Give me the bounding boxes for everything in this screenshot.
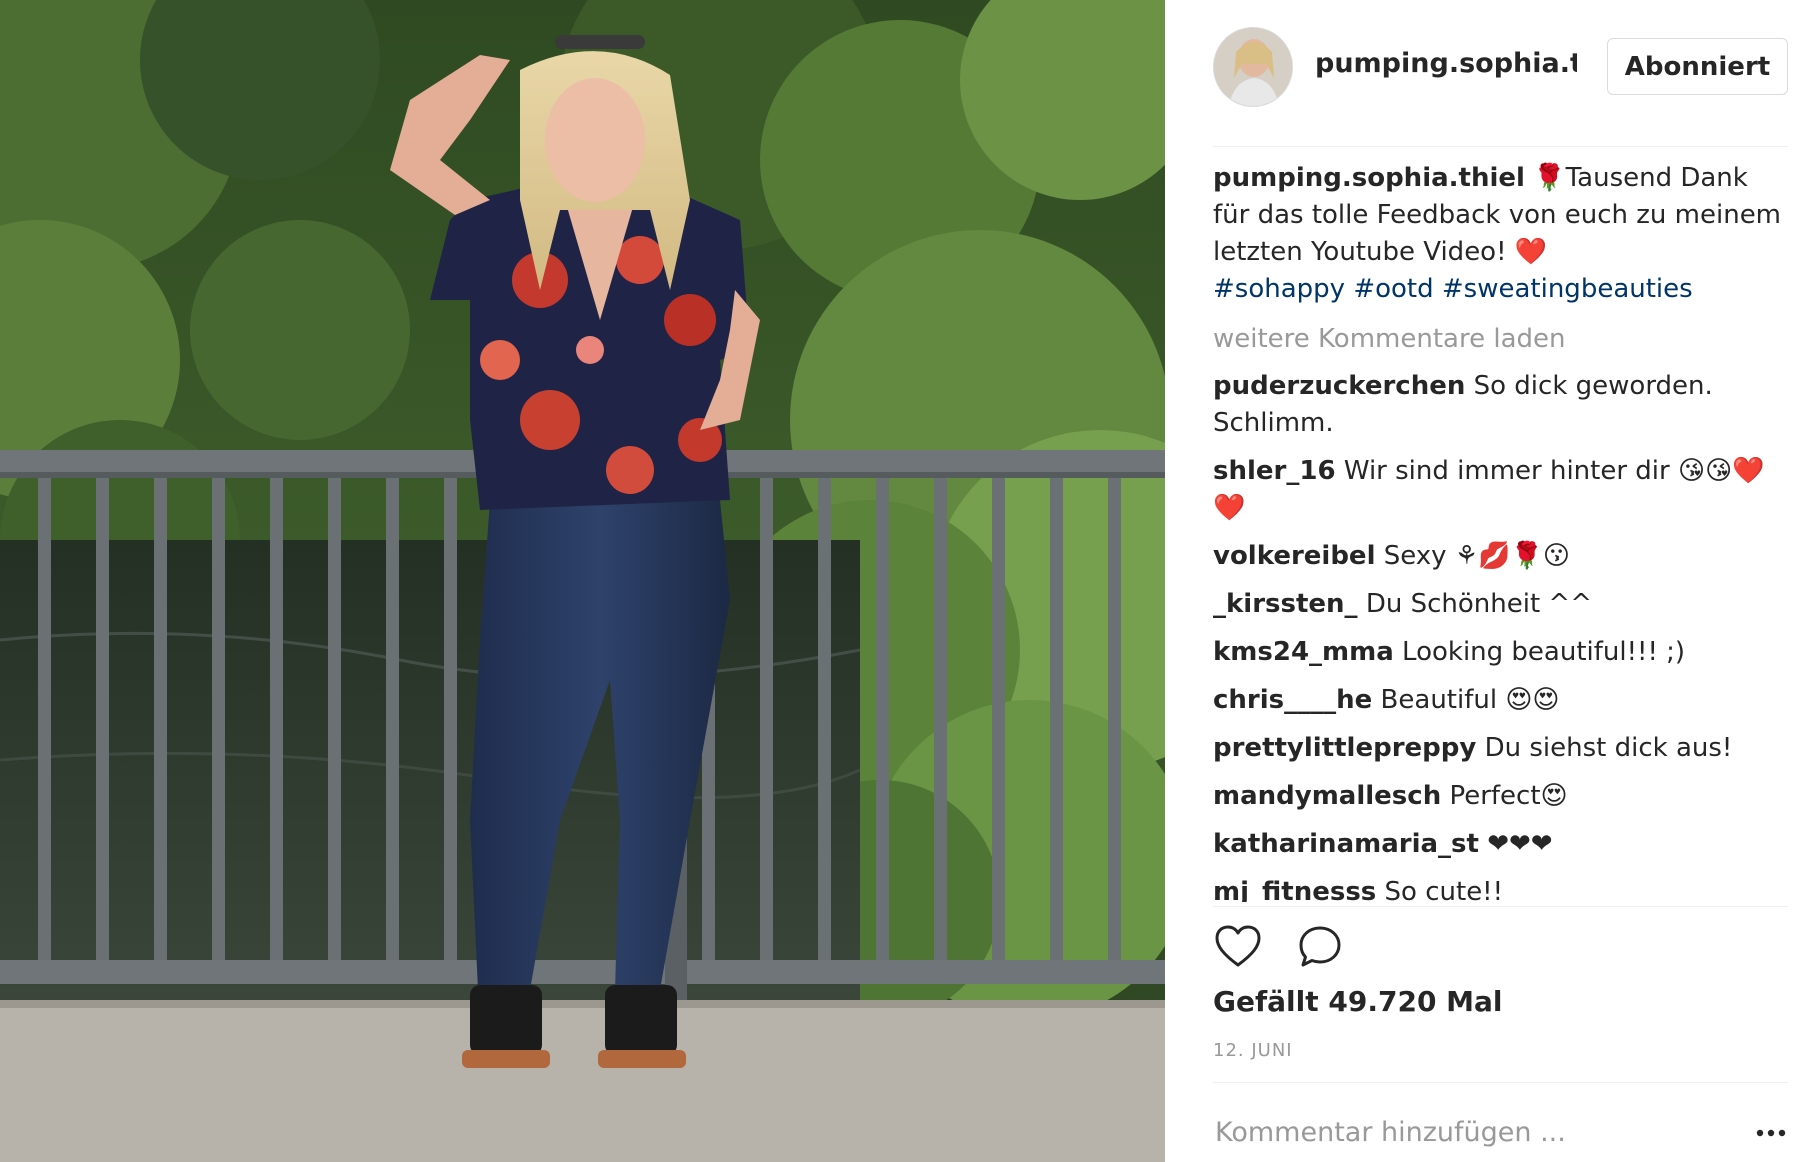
comment-username[interactable]: kms24_mma: [1213, 637, 1394, 667]
follow-button[interactable]: Abonniert: [1607, 38, 1788, 95]
hashtag[interactable]: #sweatingbeauties: [1442, 274, 1693, 304]
caption-username[interactable]: pumping.sophia.thiel: [1213, 163, 1525, 193]
comment-text: Sexy ⚘💋🌹😗: [1383, 541, 1570, 571]
footer-divider: [1213, 1082, 1788, 1083]
speech-bubble-icon[interactable]: [1295, 922, 1345, 972]
header-username[interactable]: pumping.sophia.thiel: [1315, 48, 1577, 79]
comment-item: _kirssten_ Du Schönheit ^^: [1213, 586, 1788, 623]
comment-text: Perfect😍: [1449, 781, 1568, 811]
comments-list[interactable]: pumping.sophia.thiel 🌹Tausend Dank für d…: [1213, 160, 1788, 902]
comment-username[interactable]: _kirssten_: [1213, 589, 1358, 619]
comment-username[interactable]: mj_fitnesss: [1213, 877, 1376, 902]
comment-text: Du siehst dick aus!: [1484, 733, 1733, 763]
comment-item: prettylittlepreppy Du siehst dick aus!: [1213, 730, 1788, 767]
caption-hashtags: #sohappy #ootd #sweatingbeauties: [1213, 274, 1693, 304]
comment-username[interactable]: mandymallesch: [1213, 781, 1441, 811]
heart-icon[interactable]: [1213, 922, 1263, 972]
comment-item: katharinamaria_st ❤❤❤: [1213, 826, 1788, 863]
comment-username[interactable]: shler_16: [1213, 456, 1336, 486]
comment-username[interactable]: puderzuckerchen: [1213, 371, 1465, 401]
comment-text: Beautiful 😍😍: [1380, 685, 1560, 715]
comment-text: Looking beautiful!!! ;): [1402, 637, 1686, 667]
comment-item: kms24_mma Looking beautiful!!! ;): [1213, 634, 1788, 671]
likes-count[interactable]: Gefällt 49.720 Mal: [1213, 985, 1503, 1018]
comment-item: mj_fitnesss So cute!!: [1213, 874, 1788, 902]
comment-item: puderzuckerchen So dick geworden. Schlim…: [1213, 368, 1788, 442]
comment-text: Du Schönheit ^^: [1365, 589, 1592, 619]
post-caption: pumping.sophia.thiel 🌹Tausend Dank für d…: [1213, 160, 1788, 308]
comment-username[interactable]: prettylittlepreppy: [1213, 733, 1476, 763]
avatar[interactable]: [1213, 27, 1293, 107]
ellipsis-icon[interactable]: [1753, 1118, 1789, 1148]
comment-username[interactable]: katharinamaria_st: [1213, 829, 1479, 859]
hashtag[interactable]: #sohappy: [1213, 274, 1345, 304]
header-divider: [1213, 146, 1788, 147]
post-date: 12. JUNI: [1213, 1040, 1293, 1061]
load-more-comments-link[interactable]: weitere Kommentare laden: [1213, 321, 1788, 358]
comment-item: shler_16 Wir sind immer hinter dir 😘😘❤️❤…: [1213, 453, 1788, 527]
post-header: pumping.sophia.thiel Abonniert: [1165, 0, 1802, 146]
avatar-image: [1214, 28, 1292, 106]
add-comment-input[interactable]: [1215, 1117, 1735, 1148]
hashtag[interactable]: #ootd: [1353, 274, 1433, 304]
comment-username[interactable]: chris____he: [1213, 685, 1372, 715]
comment-username[interactable]: volkereibel: [1213, 541, 1375, 571]
comments-divider: [1213, 906, 1788, 907]
comment-item: mandymallesch Perfect😍: [1213, 778, 1788, 815]
comment-item: chris____he Beautiful 😍😍: [1213, 682, 1788, 719]
post-photo[interactable]: [0, 0, 1165, 1162]
comment-text: So cute!!: [1384, 877, 1504, 902]
comment-item: volkereibel Sexy ⚘💋🌹😗: [1213, 538, 1788, 575]
post-details-panel: pumping.sophia.thiel Abonniert pumping.s…: [1165, 0, 1802, 1162]
post-photo-image: [0, 0, 1165, 1162]
comment-text: ❤❤❤: [1487, 829, 1553, 859]
